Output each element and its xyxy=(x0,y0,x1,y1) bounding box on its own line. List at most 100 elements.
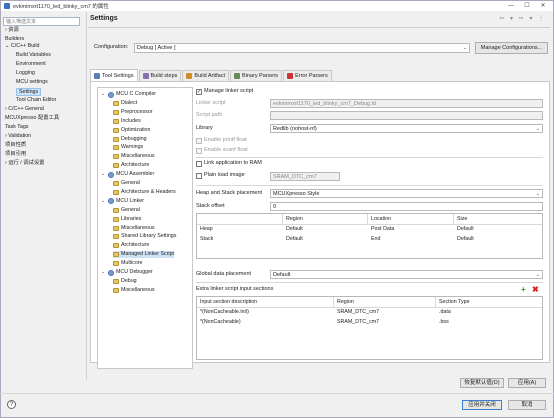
settings-page-icon xyxy=(113,100,119,106)
table-cell[interactable]: Default xyxy=(286,226,303,232)
table-cell[interactable]: .data xyxy=(439,309,451,315)
plain-load-image-checkbox[interactable] xyxy=(196,173,202,179)
help-icon[interactable]: ? xyxy=(7,400,16,409)
printf-float-checkbox[interactable] xyxy=(196,138,202,144)
tree-item[interactable]: ⌄ MCU Debugger xyxy=(101,269,153,276)
manage-linker-script-checkbox[interactable] xyxy=(196,89,202,95)
stack-offset-label: Stack offset xyxy=(196,203,225,209)
global-data-placement-select[interactable]: Default ⌄ xyxy=(270,270,543,279)
table-cell[interactable]: Default xyxy=(457,226,474,232)
add-icon[interactable]: + xyxy=(521,286,526,294)
sidebar-item[interactable]: 项目引用 xyxy=(5,151,26,158)
settings-page-icon xyxy=(113,109,119,115)
tab-binary-parsers[interactable]: Binary Parsers xyxy=(229,70,283,81)
sidebar-item[interactable]: Builders xyxy=(5,36,24,43)
tab-error-parsers[interactable]: Error Parsers xyxy=(283,70,332,81)
section-divider xyxy=(196,282,543,283)
tab-tool-settings[interactable]: Tool Settings xyxy=(90,69,138,81)
table-cell[interactable]: Heap xyxy=(200,226,213,232)
scanf-float-checkbox[interactable] xyxy=(196,148,202,154)
table-header-cell: Region xyxy=(286,216,303,222)
cancel-button[interactable]: 取消 xyxy=(508,400,546,410)
sidebar-item[interactable]: ⌄ C/C++ Build xyxy=(5,43,39,50)
tree-item[interactable]: Managed Linker Script xyxy=(113,251,174,259)
tree-item[interactable]: Architecture xyxy=(113,242,149,249)
tree-item[interactable]: Optimization xyxy=(113,127,150,134)
table-cell[interactable]: End xyxy=(371,236,380,242)
table-cell[interactable]: .bss xyxy=(439,319,449,325)
build-artifact-icon xyxy=(186,73,193,79)
manage-configurations-button[interactable]: Manage Configurations... xyxy=(475,42,548,54)
chevron-down-icon[interactable]: ⌄ xyxy=(101,91,106,98)
plain-load-image-label: Plain load image xyxy=(204,172,245,178)
table-cell[interactable]: *(NonCacheable) xyxy=(200,319,241,325)
sidebar-item[interactable]: › C/C++ General xyxy=(5,106,44,113)
table-cell[interactable]: SRAM_DTC_cm7 xyxy=(337,309,379,315)
restore-defaults-button[interactable]: 恢复默认值(D) xyxy=(460,378,504,388)
sidebar-item[interactable]: Task Tags xyxy=(5,124,28,131)
sidebar-item[interactable]: Tool Chain Editor xyxy=(16,97,56,104)
tree-item[interactable]: Architecture & Headers xyxy=(113,189,176,196)
chevron-down-icon[interactable]: ⌄ xyxy=(101,269,106,276)
tree-item[interactable]: Libraries xyxy=(113,216,141,223)
table-cell[interactable]: *(NonCacheable.init) xyxy=(200,309,249,315)
sidebar-item[interactable]: MCU settings xyxy=(16,79,48,86)
apply-button[interactable]: 应用(A) xyxy=(508,378,546,388)
sidebar-item[interactable]: MCUXpresso 配置工具 xyxy=(5,115,59,122)
sidebar-item[interactable]: Build Variables xyxy=(16,52,51,59)
history-nav-icons[interactable]: ⇦ ▾ ⇨ ▾ ⋮ xyxy=(499,15,546,22)
link-to-ram-label: Link application to RAM xyxy=(204,160,262,166)
apply-and-close-button[interactable]: 应用并关闭 xyxy=(462,400,502,410)
sidebar-item[interactable]: › 资源 xyxy=(5,27,19,34)
sidebar-item[interactable]: Environment xyxy=(16,61,46,68)
tree-item[interactable]: Miscellaneous xyxy=(113,287,155,294)
tree-item-label: Preprocessor xyxy=(121,108,153,115)
tree-item[interactable]: Includes xyxy=(113,118,141,125)
sidebar-item[interactable]: 项目性质 xyxy=(5,142,26,149)
tree-item[interactable]: Dialect xyxy=(113,100,137,107)
tree-item[interactable]: ⌄ MCU Linker xyxy=(101,198,144,205)
close-window-button[interactable]: ✕ xyxy=(535,1,551,11)
tree-item[interactable]: General xyxy=(113,180,140,187)
tab-build-steps[interactable]: Build steps xyxy=(138,70,182,81)
heap-stack-placement-select[interactable]: MCUXpresso Style ⌄ xyxy=(270,189,543,198)
sidebar-item[interactable]: Logging xyxy=(16,70,35,77)
maximize-button[interactable]: ☐ xyxy=(519,1,535,11)
chevron-down-icon[interactable]: ⌄ xyxy=(101,198,106,205)
table-cell[interactable]: Default xyxy=(286,236,303,242)
tree-item[interactable]: ⌄ MCU C Compiler xyxy=(101,91,156,98)
tree-item[interactable]: General xyxy=(113,207,140,214)
delete-icon[interactable]: ✖ xyxy=(532,286,539,294)
filter-input[interactable]: 输入筛选文本 xyxy=(3,17,80,26)
tree-item[interactable]: Preprocessor xyxy=(113,109,153,116)
table-cell[interactable]: Post Data xyxy=(371,226,394,232)
tree-item[interactable]: Architecture xyxy=(113,162,149,169)
linker-script-field[interactable]: evkmimxrt1170_led_blinky_cm7_Debug.ld xyxy=(270,99,543,108)
tree-item[interactable]: Debug xyxy=(113,278,137,285)
plain-load-region-select[interactable]: SRAM_DTC_cm7 xyxy=(270,172,340,181)
sidebar-item[interactable]: › Validation xyxy=(5,133,31,140)
configuration-select[interactable]: Debug [ Active ] ⌄ xyxy=(134,43,470,53)
tree-item[interactable]: Warnings xyxy=(113,144,143,151)
table-cell[interactable]: Stack xyxy=(200,236,213,242)
sidebar-item[interactable]: Settings xyxy=(16,88,42,96)
tab-build-artifact[interactable]: Build Artifact xyxy=(182,70,229,81)
page-title: Settings xyxy=(90,15,118,22)
link-to-ram-checkbox[interactable] xyxy=(196,161,202,167)
table-cell[interactable]: SRAM_DTC_cm7 xyxy=(337,319,379,325)
table-cell[interactable]: Default xyxy=(457,236,474,242)
tree-item-label: MCU C Compiler xyxy=(116,91,157,97)
tree-item[interactable]: Multicore xyxy=(113,260,143,267)
chevron-down-icon[interactable]: ⌄ xyxy=(101,171,106,178)
sidebar-item[interactable]: › 运行 / 调试设置 xyxy=(5,160,44,167)
tree-item[interactable]: Miscellaneous xyxy=(113,153,155,160)
tree-item[interactable]: Miscellaneous xyxy=(113,225,155,232)
library-select[interactable]: Redlib (nohost-nf) ⌄ xyxy=(270,124,543,133)
tree-item[interactable]: ⌄ MCU Assembler xyxy=(101,171,154,178)
stack-offset-input[interactable]: 0 xyxy=(270,202,543,211)
table-column-divider xyxy=(435,297,436,307)
tree-item[interactable]: Debugging xyxy=(113,136,147,143)
script-path-field[interactable] xyxy=(270,111,543,120)
minimize-button[interactable]: — xyxy=(503,1,519,11)
tree-item[interactable]: Shared Library Settings xyxy=(113,233,176,240)
